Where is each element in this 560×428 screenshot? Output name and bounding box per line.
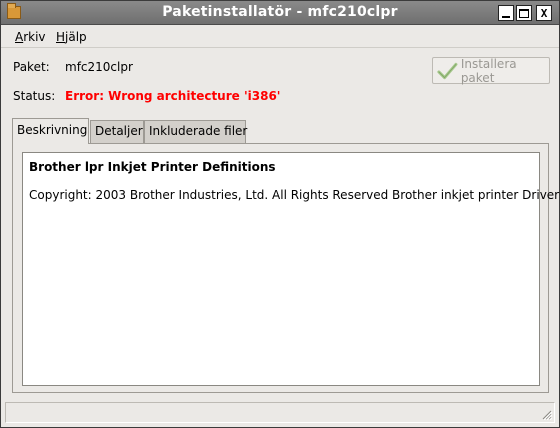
menu-arkiv[interactable]: Arkiv xyxy=(15,30,46,44)
maximize-button[interactable] xyxy=(516,5,532,21)
tab-panel: Brother lpr Inkjet Printer Definitions C… xyxy=(12,143,560,393)
menu-bar: Arkiv Hjälp xyxy=(1,26,559,48)
main-window: Paketinstallatör - mfc210clpr X Arkiv Hj… xyxy=(0,0,560,428)
status-label: Status: xyxy=(13,89,56,103)
menu-hjalp-mnemonic: H xyxy=(56,30,66,44)
description-title: Brother lpr Inkjet Printer Definitions xyxy=(29,160,276,174)
tab-detaljer[interactable]: Detaljer xyxy=(90,120,144,143)
status-bar xyxy=(5,402,555,423)
menu-hjalp-label: jälp xyxy=(65,30,87,44)
maximize-icon xyxy=(519,8,529,18)
minimize-button[interactable] xyxy=(498,5,514,21)
tab-beskrivning[interactable]: Beskrivning xyxy=(12,118,89,144)
description-text-area[interactable]: Brother lpr Inkjet Printer Definitions C… xyxy=(22,152,560,386)
status-value: Error: Wrong architecture 'i386' xyxy=(65,89,281,103)
menu-hjalp[interactable]: Hjälp xyxy=(56,30,87,44)
tab-inkluderade-filer[interactable]: Inkluderade filer xyxy=(144,120,247,143)
menu-arkiv-label: rkiv xyxy=(23,30,46,44)
description-body: Copyright: 2003 Brother Industries, Ltd.… xyxy=(29,188,560,202)
minimize-icon xyxy=(502,16,510,18)
close-button[interactable]: X xyxy=(536,5,552,21)
menu-arkiv-mnemonic: A xyxy=(15,30,24,44)
install-package-label: Installera paket xyxy=(460,56,517,85)
checkmark-icon xyxy=(437,62,458,79)
package-label: Paket: xyxy=(13,60,50,74)
title-bar[interactable]: Paketinstallatör - mfc210clpr X xyxy=(1,1,559,25)
install-package-button[interactable]: Installera paket xyxy=(432,56,550,85)
close-icon: X xyxy=(540,6,548,20)
window-title: Paketinstallatör - mfc210clpr xyxy=(162,4,398,20)
package-value: mfc210clpr xyxy=(65,60,133,74)
resize-grip-icon[interactable] xyxy=(540,408,552,420)
